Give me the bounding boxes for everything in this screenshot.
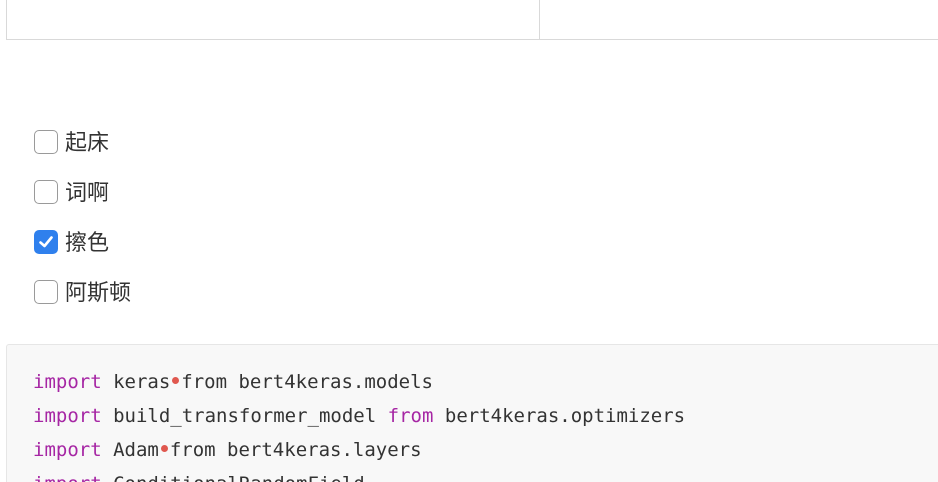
checklist-item: 词啊 <box>34 178 131 228</box>
code-line: import ConditionalRandomField <box>33 469 938 482</box>
code-text: from bert4keras.layers <box>169 439 422 461</box>
code-line: import keras from bert4keras.models <box>33 367 938 401</box>
table-cell <box>7 0 540 39</box>
checkbox-qichuang[interactable] <box>34 130 58 154</box>
code-keyword: import <box>33 473 102 482</box>
code-text: build_transformer_model <box>113 405 377 427</box>
code-text: bert4keras.optimizers <box>444 405 686 427</box>
checklist-item-label: 起床 <box>65 131 110 156</box>
checklist-item: 阿斯顿 <box>34 278 131 328</box>
code-keyword: import <box>33 405 102 427</box>
code-line: import build_transformer_model from bert… <box>33 401 938 435</box>
checklist-item: 擦色 <box>34 228 131 278</box>
code-text: Adam <box>113 439 159 461</box>
checklist-item-label: 擦色 <box>65 231 110 256</box>
code-text: from bert4keras.models <box>181 371 433 393</box>
checklist-item: 起床 <box>34 128 131 178</box>
checklist-item-label: 词啊 <box>65 181 110 206</box>
code-keyword: import <box>33 371 102 393</box>
checkbox-cia[interactable] <box>34 180 58 204</box>
code-text: ConditionalRandomField <box>113 473 365 482</box>
checklist-item-label: 阿斯顿 <box>65 281 132 306</box>
table-cell <box>540 0 938 39</box>
table-bottom-row <box>6 0 938 40</box>
page: 起床 词啊 擦色 阿斯顿 import keras from bert4keras… <box>0 0 938 482</box>
checkbox-asidun[interactable] <box>34 280 58 304</box>
checkbox-case[interactable] <box>34 230 58 254</box>
line-break-dot-icon <box>160 445 168 452</box>
code-line: import Adam from bert4keras.layers <box>33 435 938 469</box>
code-keyword: import <box>33 439 102 461</box>
line-break-dot-icon <box>172 377 180 384</box>
checkmark-icon <box>39 236 53 248</box>
code-keyword: from <box>387 405 434 427</box>
task-checklist: 起床 词啊 擦色 阿斯顿 <box>34 128 131 328</box>
code-block: import keras from bert4keras.models impor… <box>6 344 938 482</box>
code-text: keras <box>113 371 171 393</box>
